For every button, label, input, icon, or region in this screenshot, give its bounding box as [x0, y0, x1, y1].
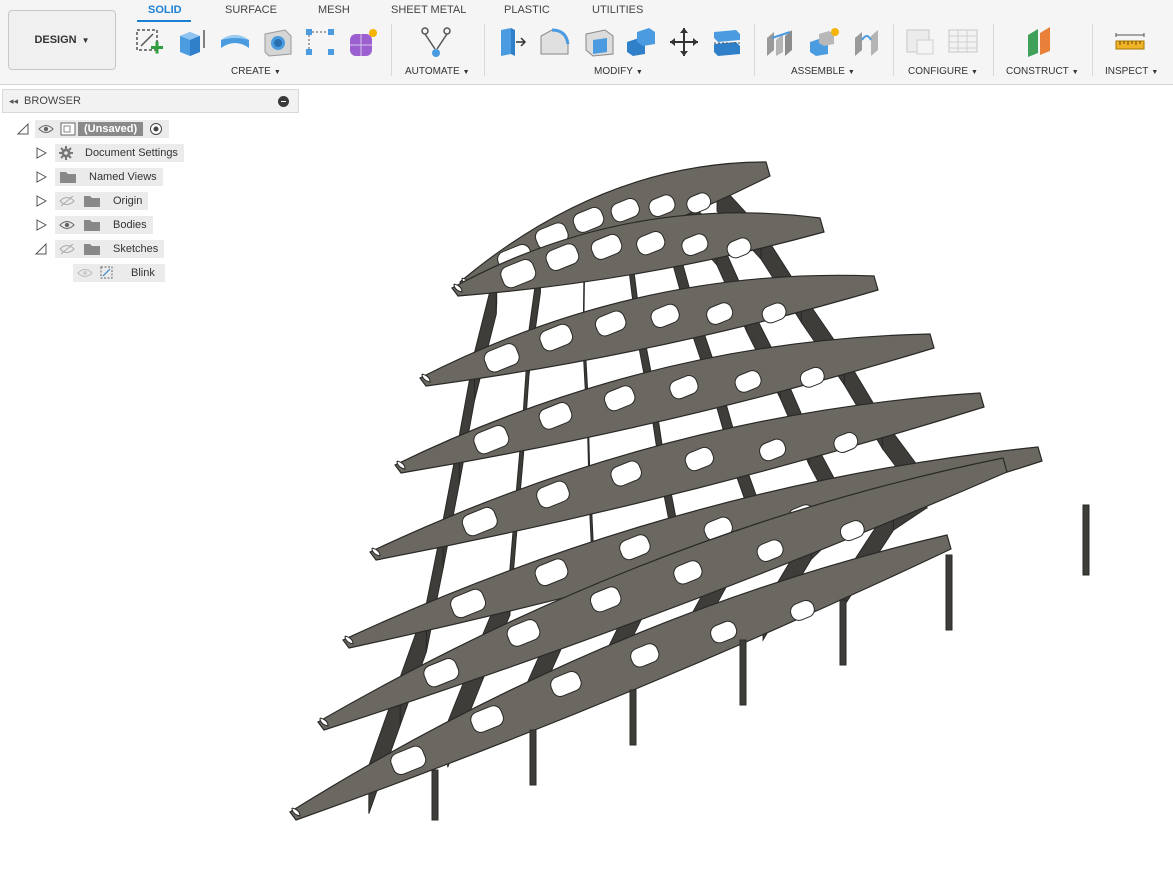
press-pull-icon[interactable]	[494, 25, 528, 59]
offset-plane-icon[interactable]	[1024, 25, 1058, 59]
align-icon[interactable]	[710, 25, 744, 59]
separator	[391, 24, 392, 76]
create-group-label[interactable]: CREATE ▼	[231, 66, 281, 77]
rib-tab	[629, 689, 637, 746]
rib-profile	[317, 457, 1008, 731]
separator	[1092, 24, 1093, 76]
as-built-joint-icon[interactable]	[850, 25, 884, 59]
wing-rib-structure	[289, 161, 1090, 821]
configure-icon[interactable]	[903, 25, 937, 59]
configure-group-label[interactable]: CONFIGURE ▼	[908, 66, 978, 77]
move-icon[interactable]	[667, 25, 701, 59]
extrude-icon[interactable]	[174, 25, 208, 59]
rib-tab	[1082, 504, 1090, 576]
joint-icon[interactable]	[764, 25, 798, 59]
tab-plastic[interactable]: PLASTIC	[504, 4, 550, 16]
assemble-group-label[interactable]: ASSEMBLE ▼	[791, 66, 855, 77]
table-icon[interactable]	[946, 25, 980, 59]
automate-group-label[interactable]: AUTOMATE ▼	[405, 66, 470, 77]
shell-icon[interactable]	[582, 25, 616, 59]
design-workspace-label: DESIGN	[34, 34, 77, 46]
revolve-icon[interactable]	[218, 25, 252, 59]
measure-icon[interactable]	[1113, 25, 1147, 59]
tab-utilities[interactable]: UTILITIES	[592, 4, 643, 16]
separator	[484, 24, 485, 76]
hole-icon[interactable]	[260, 25, 294, 59]
tab-sheet-metal[interactable]: SHEET METAL	[391, 4, 466, 16]
active-tab-underline	[137, 20, 191, 22]
rib-tab	[431, 769, 439, 821]
rib-tab	[945, 554, 953, 631]
new-component-icon[interactable]	[807, 25, 841, 59]
separator	[754, 24, 755, 76]
rib-tab	[739, 639, 747, 706]
rib-tab	[529, 729, 537, 786]
tab-surface[interactable]: SURFACE	[225, 4, 277, 16]
separator	[993, 24, 994, 76]
design-workspace-button[interactable]: DESIGN ▼	[8, 10, 116, 70]
modify-group-label[interactable]: MODIFY ▼	[594, 66, 643, 77]
rib-tab	[839, 599, 847, 666]
automate-icon[interactable]	[419, 25, 453, 59]
tab-mesh[interactable]: MESH	[318, 4, 350, 16]
toolbar: DESIGN ▼ SOLID SURFACE MESH SHEET METAL …	[0, 0, 1173, 85]
construct-group-label[interactable]: CONSTRUCT ▼	[1006, 66, 1079, 77]
combine-icon[interactable]	[624, 25, 658, 59]
tab-solid[interactable]: SOLID	[148, 4, 182, 16]
model-viewport[interactable]	[0, 85, 1173, 875]
separator	[893, 24, 894, 76]
pattern-icon[interactable]	[303, 25, 337, 59]
create-sketch-icon[interactable]	[132, 25, 166, 59]
caret-down-icon: ▼	[81, 35, 90, 45]
fillet-icon[interactable]	[538, 25, 572, 59]
form-icon[interactable]	[346, 25, 380, 59]
inspect-group-label[interactable]: INSPECT ▼	[1105, 66, 1158, 77]
